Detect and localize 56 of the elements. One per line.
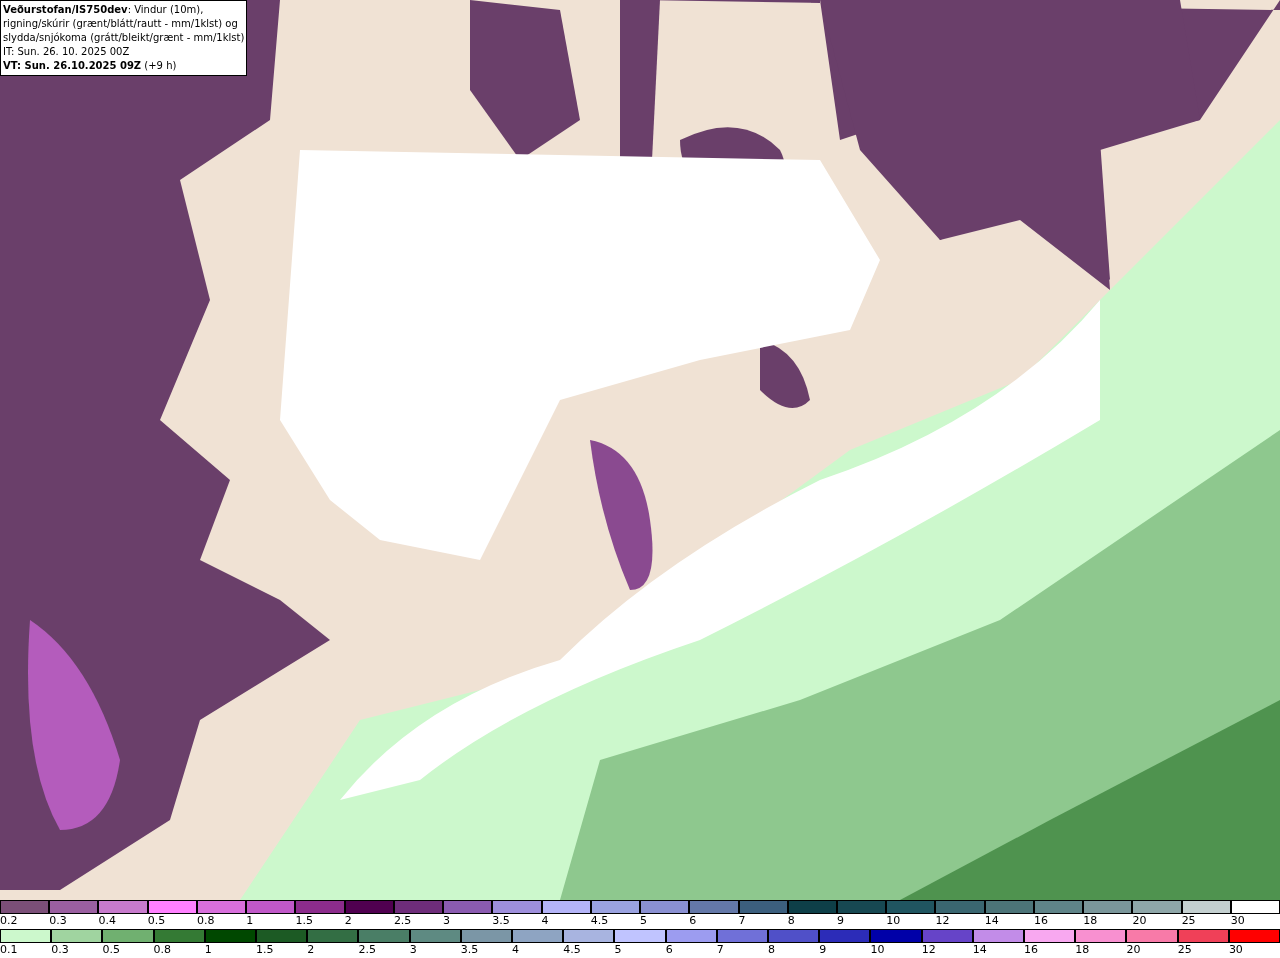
legend-label: 4 [512,943,520,957]
legend-label: 2.5 [358,943,376,957]
legend-label: 7 [716,943,724,957]
legend-label: 9 [819,943,827,957]
legend-label: 30 [1228,943,1243,957]
legend-label: 16 [1024,943,1039,957]
legend-label: 3 [443,914,451,928]
legend-label: 6 [665,943,673,957]
legend-label: 0.5 [102,943,120,957]
legend-label: 3 [409,943,417,957]
legend-label: 4.5 [590,914,609,928]
legend-label: 0.3 [49,914,67,928]
legend-label: 8 [787,914,795,928]
legend-label: 20 [1126,943,1141,957]
legend-label: 18 [1083,914,1098,928]
legend-label: 10 [870,943,885,957]
legend-label: 0.4 [98,914,116,928]
legend-label: 5 [614,943,622,957]
legend-label: 1.5 [295,914,313,928]
legend-label: 20 [1132,914,1147,928]
legend-label: 10 [886,914,901,928]
legend-label: 6 [689,914,697,928]
title-line: IT: Sun. 26. 10. 2025 00Z [3,45,131,59]
legend-label: 0.2 [0,914,18,928]
legend-label: 8 [768,943,776,957]
legend-label: 2 [344,914,352,928]
title-line: rigning/skúrir (grænt/blátt/rautt - mm/1klst) og [3,17,239,31]
legend-label: 0.5 [147,914,166,928]
legend-label: 18 [1075,943,1090,957]
legend-label: 14 [984,914,999,928]
legend-label: 2.5 [393,914,412,928]
legend-label: 12 [921,943,936,957]
legend-label: 14 [972,943,987,957]
legend-label: 30 [1230,914,1245,928]
title-line: VT: Sun. 26.10.2025 09Z (+9 h) [3,59,178,73]
legend-label: 3.5 [492,914,510,928]
legend-label: 0.8 [153,943,172,957]
legend-label: 1 [204,943,212,957]
title-line: Veðurstofan/IS750dev: Vindur (10m), [3,3,205,17]
title-line: slydda/snjókoma (grátt/bleikt/grænt - mm/1klst) [3,31,245,45]
legend-label: 4 [541,914,549,928]
legend-label: 0.8 [196,914,215,928]
legend-label: 12 [935,914,950,928]
legend-label: 1.5 [256,943,274,957]
legend-label: 0.3 [51,943,69,957]
legend-label: 5 [640,914,648,928]
legend-label: 1 [246,914,254,928]
legend-label: 16 [1033,914,1048,928]
legend-label: 4.5 [563,943,581,957]
legend-label: 0.1 [0,943,18,957]
legend-label: 25 [1181,914,1196,928]
legend-label: 2 [307,943,315,957]
legend-label: 25 [1177,943,1192,957]
legend-label: 9 [837,914,844,928]
legend-label: 3.5 [460,943,479,957]
legend-label: 7 [738,914,746,928]
